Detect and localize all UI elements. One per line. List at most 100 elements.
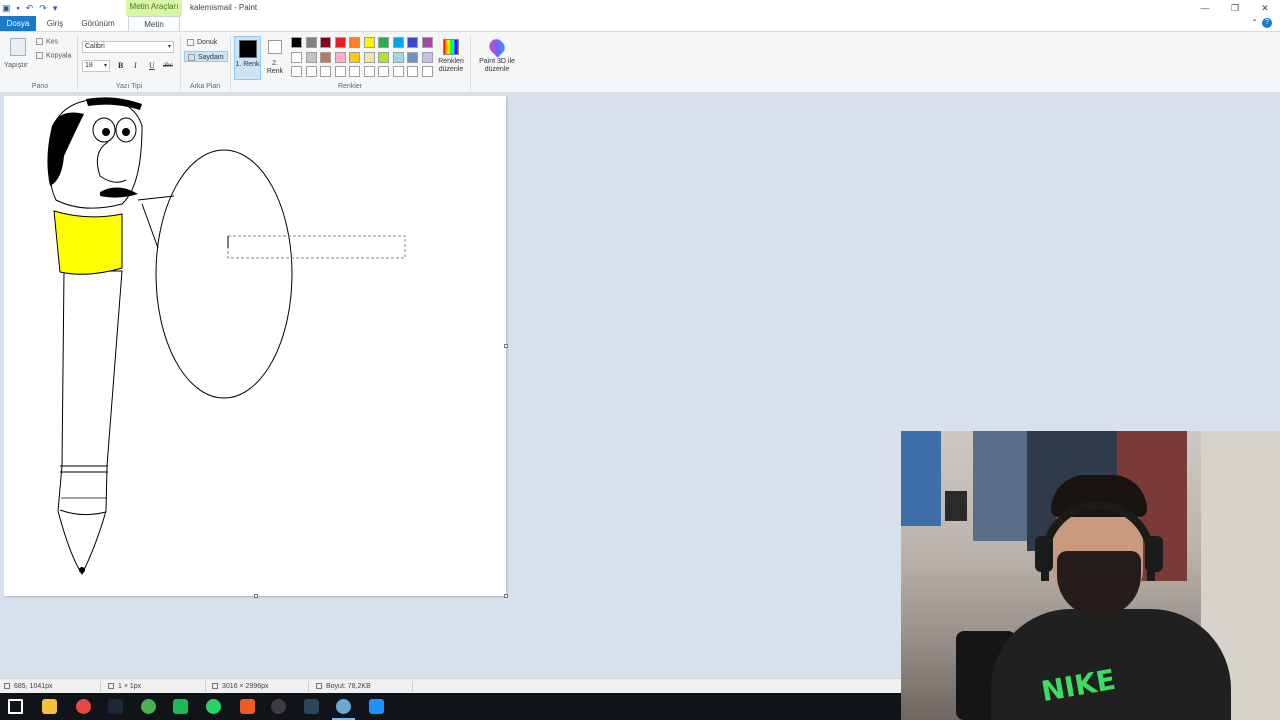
cut-button[interactable]: Kes [36, 38, 58, 45]
pen-body [57, 270, 123, 575]
palette-swatch[interactable] [378, 51, 389, 63]
paste-button[interactable]: Yapıştır [4, 62, 28, 69]
minimize-button[interactable]: — [1190, 0, 1220, 16]
color1-label: 1. Renk [235, 61, 260, 68]
tab-home[interactable]: Giriş [40, 16, 70, 31]
palette-swatch[interactable] [392, 66, 404, 77]
whatsapp-icon[interactable] [206, 699, 221, 714]
font-family-select[interactable]: Calibri ▾ [82, 41, 174, 53]
copy-icon [36, 52, 43, 59]
restore-button[interactable]: ❐ [1220, 0, 1250, 16]
start-icon[interactable] [8, 699, 23, 714]
resize-handle-bottom[interactable] [254, 594, 258, 598]
palette-swatch[interactable] [421, 66, 433, 77]
ribbon-separator [470, 35, 471, 90]
palette-swatch[interactable] [421, 37, 433, 48]
palette-swatch[interactable] [363, 66, 375, 77]
speech-bubble [155, 149, 293, 399]
palette-swatch[interactable] [305, 37, 317, 48]
palette-swatch[interactable] [334, 51, 346, 63]
palette-swatch[interactable] [305, 51, 317, 63]
disk-icon [316, 683, 322, 690]
palette-swatch[interactable] [407, 66, 418, 77]
canvas-size-icon [212, 683, 218, 690]
tab-text[interactable]: Metin [128, 16, 180, 31]
right-pupil [122, 128, 130, 136]
group-background-label: Arka Plan [189, 83, 221, 90]
collapse-ribbon-icon[interactable]: ⌃ [1251, 18, 1258, 28]
palette-swatch[interactable] [291, 37, 302, 48]
paint-taskbar-icon[interactable] [332, 699, 355, 720]
tab-file[interactable]: Dosya [0, 16, 36, 31]
edit-colors-button[interactable]: Renkleri düzenle [436, 37, 466, 74]
palette-swatch[interactable] [363, 37, 375, 48]
palette-swatch[interactable] [320, 66, 331, 77]
resize-handle-corner[interactable] [504, 594, 508, 598]
app-icon[interactable] [76, 699, 91, 714]
palette-swatch[interactable] [305, 66, 317, 77]
palette-swatch[interactable] [392, 37, 404, 48]
copy-button[interactable]: Kopyala [36, 52, 71, 59]
palette-swatch[interactable] [334, 66, 346, 77]
strikethrough-button[interactable]: abc [163, 61, 173, 69]
steam-alt-icon[interactable] [304, 699, 319, 714]
text-box-selection[interactable] [227, 235, 406, 259]
canvas-size: 3016 × 2996px [212, 679, 269, 694]
palette-swatch[interactable] [291, 51, 302, 63]
palette-swatch[interactable] [392, 51, 404, 63]
palette-swatch[interactable] [407, 51, 418, 63]
file-size-value: Boyut: 78,2KB [326, 683, 371, 690]
chevron-down-icon: ▾ [103, 63, 107, 69]
palette-swatch[interactable] [349, 66, 360, 77]
tab-view[interactable]: Görünüm [78, 16, 118, 31]
paste-icon[interactable] [10, 38, 26, 56]
status-separator [100, 681, 101, 692]
spotify-icon[interactable] [173, 699, 188, 714]
transparent-option[interactable]: Saydam [184, 51, 228, 62]
close-button[interactable]: ✕ [1250, 0, 1280, 16]
palette-swatch[interactable] [291, 66, 302, 77]
steam-icon[interactable] [108, 699, 123, 714]
palette-swatch[interactable] [378, 37, 389, 48]
palette-swatch[interactable] [349, 37, 360, 48]
cursor-icon [4, 683, 10, 690]
palette-swatch[interactable] [320, 37, 331, 48]
palette-swatch[interactable] [378, 66, 389, 77]
color-palette [291, 37, 433, 77]
file-explorer-icon[interactable] [42, 699, 57, 714]
save-icon[interactable]: ▪ [17, 0, 20, 16]
underline-button[interactable]: U [149, 61, 155, 70]
bold-button[interactable]: B [118, 61, 123, 70]
headset-ear-right [1145, 536, 1163, 572]
status-separator [205, 681, 206, 692]
color2-swatch[interactable] [268, 40, 282, 54]
help-icon[interactable]: ? [1262, 18, 1272, 28]
palette-swatch[interactable] [363, 51, 375, 63]
palette-swatch[interactable] [349, 51, 360, 63]
color2-label[interactable]: 2. Renk [264, 60, 286, 76]
headset-ear-left [1035, 536, 1053, 572]
edit-colors-label: Renkleri düzenle [438, 58, 464, 73]
italic-button[interactable]: I [134, 61, 137, 70]
edit-with-paint3d-button[interactable]: Paint 3D ile düzenle [474, 36, 520, 74]
customize-icon[interactable]: ▾ [53, 0, 58, 16]
resize-handle-right[interactable] [504, 344, 508, 348]
font-size-select[interactable]: 18 ▾ [82, 60, 110, 72]
paint-icon[interactable]: ▣ [2, 0, 11, 16]
palette-swatch[interactable] [320, 51, 331, 63]
palette-swatch[interactable] [421, 51, 433, 63]
palette-swatch[interactable] [334, 37, 346, 48]
quick-access-toolbar: ▣ ▪ ↶ ↷ ▾ [0, 0, 57, 16]
palette-swatch[interactable] [407, 37, 418, 48]
color1-button[interactable]: 1. Renk [234, 36, 261, 80]
chrome-alt-icon[interactable] [240, 699, 255, 714]
status-separator [308, 681, 309, 692]
undo-icon[interactable]: ↶ [26, 0, 34, 16]
paint3d-taskbar-icon[interactable] [369, 699, 384, 714]
obs-icon[interactable] [271, 699, 286, 714]
redo-icon[interactable]: ↷ [39, 0, 47, 16]
drawing-canvas[interactable] [4, 96, 508, 598]
left-pupil [102, 128, 110, 136]
chrome-icon[interactable] [141, 699, 156, 714]
opaque-option[interactable]: Donuk [184, 37, 220, 48]
